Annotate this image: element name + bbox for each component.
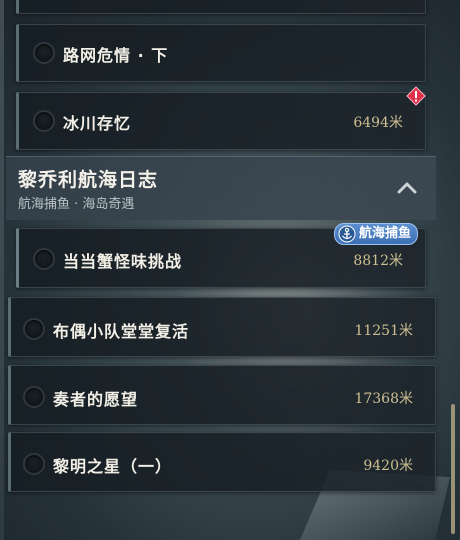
quest-select-radio[interactable]	[33, 110, 55, 132]
quest-card-partial[interactable]	[16, 0, 426, 14]
quest-title: 路网危情 · 下	[63, 46, 169, 65]
quest-card[interactable]: 奏者的愿望 17368米	[8, 365, 436, 425]
quest-title: 冰川存忆	[63, 114, 132, 133]
fishing-badge: 航海捕鱼	[334, 223, 419, 245]
quest-card[interactable]: 冰川存忆 6494米	[16, 92, 426, 150]
quest-distance: 6494米	[353, 115, 403, 131]
quest-select-radio[interactable]	[33, 42, 55, 64]
quest-distance: 17368米	[354, 391, 413, 407]
quest-select-radio[interactable]	[33, 248, 55, 270]
alert-icon	[406, 86, 426, 106]
left-rail	[0, 0, 4, 540]
quest-card[interactable]: 路网危情 · 下	[16, 24, 426, 82]
quest-title: 黎明之星（一）	[53, 457, 173, 476]
quest-title: 奏者的愿望	[53, 390, 139, 409]
anchor-icon	[338, 225, 356, 243]
quest-select-radio[interactable]	[23, 318, 45, 340]
quest-card[interactable]: 布偶小队堂堂复活 11251米	[8, 297, 436, 357]
group-subtitle: 航海捕鱼 · 海岛奇遇	[18, 197, 135, 212]
quest-title: 当当蟹怪味挑战	[63, 252, 183, 271]
quest-card[interactable]: 黎明之星（一） 9420米	[8, 432, 436, 492]
quest-distance: 11251米	[354, 323, 413, 339]
quest-title: 布偶小队堂堂复活	[53, 322, 190, 341]
quest-distance: 9420米	[363, 458, 413, 474]
chevron-up-icon[interactable]	[396, 179, 418, 195]
badge-label: 航海捕鱼	[359, 226, 412, 241]
group-header[interactable]: 黎乔利航海日志 航海捕鱼 · 海岛奇遇	[6, 156, 436, 220]
scrollbar[interactable]	[451, 404, 455, 534]
quest-distance: 8812米	[353, 253, 403, 269]
quest-select-radio[interactable]	[23, 453, 45, 475]
group-title: 黎乔利航海日志	[18, 169, 159, 191]
quest-select-radio[interactable]	[23, 386, 45, 408]
